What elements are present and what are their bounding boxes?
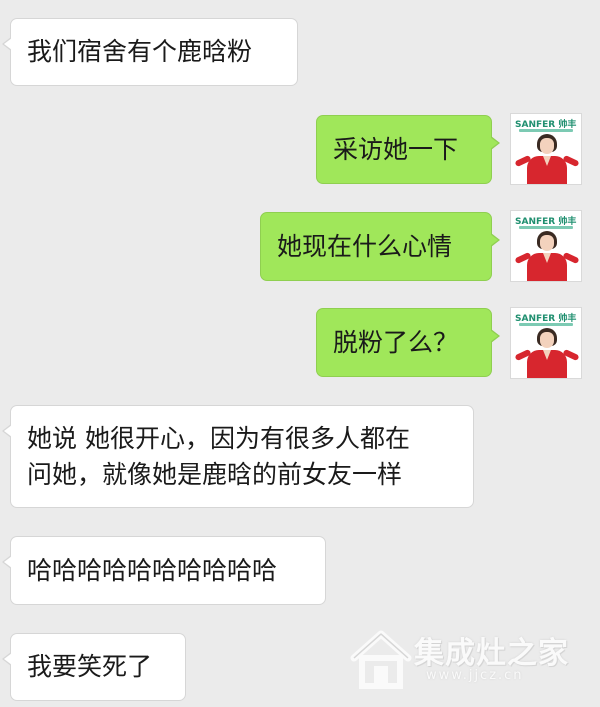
watermark: 集成灶之家 www.jjcz.cn (348, 626, 588, 696)
avatar[interactable]: SANFER 帅丰 (510, 113, 582, 185)
avatar[interactable]: SANFER 帅丰 (510, 307, 582, 379)
message-bubble-outgoing[interactable]: 脱粉了么？ (316, 308, 500, 377)
message-text: 脱粉了么？ (333, 327, 459, 357)
message-bubble-incoming[interactable]: 她说 她很开心，因为有很多人都在 问她，就像她是鹿晗的前女友一样 (2, 405, 474, 508)
message-text: 她现在什么心情 (277, 231, 453, 261)
message-bubble-outgoing[interactable]: 采访她一下 (316, 115, 500, 184)
avatar[interactable]: SANFER 帅丰 (510, 210, 582, 282)
watermark-url: www.jjcz.cn (426, 668, 524, 683)
house-logo-icon (350, 630, 412, 689)
message-text: 采访她一下 (333, 134, 459, 164)
message-text: 我们宿舍有个鹿晗粉 (27, 37, 253, 66)
message-text: 哈哈哈哈哈哈哈哈哈哈 (27, 555, 278, 585)
message-bubble-incoming[interactable]: 哈哈哈哈哈哈哈哈哈哈 (2, 536, 326, 605)
message-text: 她说 她很开心，因为有很多人都在 问她，就像她是鹿晗的前女友一样 (27, 423, 410, 489)
avatar-slogan-stripe (519, 129, 573, 132)
message-text: 我要笑死了 (27, 652, 153, 681)
message-bubble-incoming[interactable]: 我们宿舍有个鹿晗粉 (2, 18, 298, 86)
avatar-face (540, 235, 554, 251)
message-bubble-incoming[interactable]: 我要笑死了 (2, 633, 186, 701)
avatar-slogan-stripe (519, 226, 573, 229)
avatar-slogan-stripe (519, 323, 573, 326)
watermark-title: 集成灶之家 (414, 636, 569, 671)
avatar-face (540, 138, 554, 154)
message-bubble-outgoing[interactable]: 她现在什么心情 (260, 212, 500, 281)
avatar-face (540, 332, 554, 348)
